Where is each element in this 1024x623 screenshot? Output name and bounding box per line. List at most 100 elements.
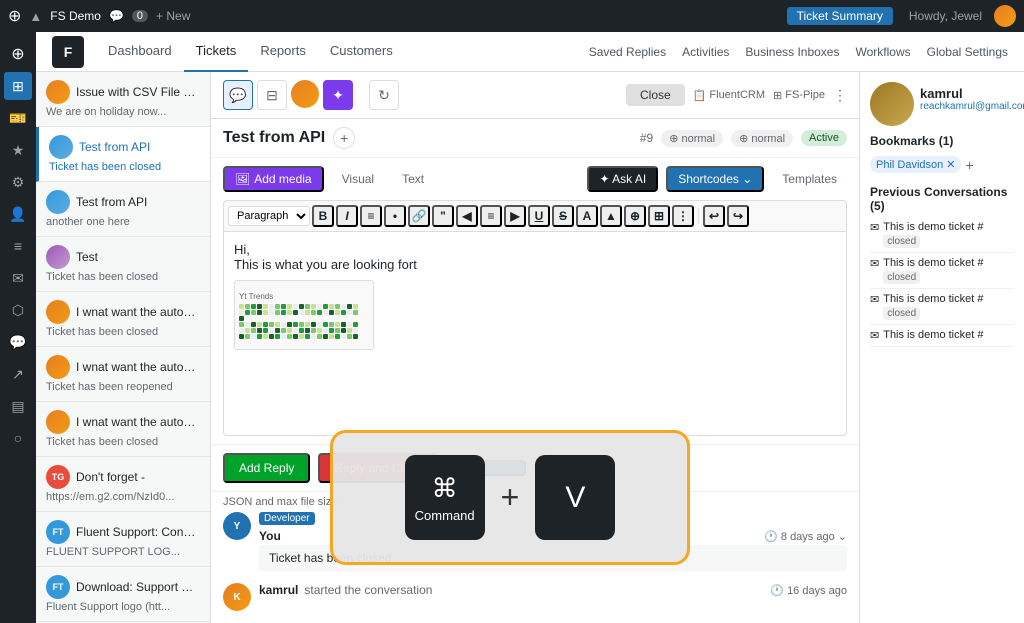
align-center-button[interactable]: ≡ <box>480 205 502 227</box>
strike-button[interactable]: S <box>552 205 574 227</box>
italic-button[interactable]: I <box>336 205 358 227</box>
v-key: V <box>535 455 615 540</box>
expand-icon[interactable]: ⌄ <box>838 531 847 543</box>
howdy-label: Howdy, Jewel <box>909 9 982 23</box>
undo-button[interactable]: ↩ <box>703 205 725 227</box>
editor-content[interactable]: Hi, This is what you are looking fort Yt… <box>223 232 847 436</box>
sidebar-icon-filter[interactable]: ≡ <box>4 232 32 260</box>
shortcodes-button[interactable]: Shortcodes ⌄ <box>666 166 764 192</box>
bold-button[interactable]: B <box>312 205 334 227</box>
sidebar-icon-mail[interactable]: ✉ <box>4 264 32 292</box>
ticket-list: Issue with CSV File Imp... We are on hol… <box>36 72 211 623</box>
sidebar-icon-arrow[interactable]: ↗ <box>4 360 32 388</box>
sidebar-icon-wp[interactable]: ⊕ <box>4 40 32 68</box>
you-sender: You <box>259 529 281 543</box>
nav-customers[interactable]: Customers <box>318 32 405 72</box>
align-left-button[interactable]: ◀ <box>456 205 478 227</box>
ticket-item[interactable]: I wnat want the autom... Ticket has been… <box>36 347 210 402</box>
user-email-label: reachkamrul@gmail.com <box>920 101 1024 112</box>
command-key: ⌘ Command <box>405 455 485 540</box>
highlight-button[interactable]: ▲ <box>600 205 622 227</box>
user-gravatar <box>994 5 1016 27</box>
business-inboxes-link[interactable]: Business Inboxes <box>745 45 839 59</box>
close-ticket-button[interactable]: Close <box>626 84 685 106</box>
top-bar: ⊕ ▲ FS Demo 💬 0 + New Ticket Summary How… <box>0 0 1024 32</box>
align-right-button[interactable]: ▶ <box>504 205 526 227</box>
spark-icon[interactable]: ✦ <box>323 80 353 110</box>
ticket-item-active[interactable]: Test from API Ticket has been closed <box>36 127 210 182</box>
chat-view-icon[interactable]: 💬 <box>223 80 253 110</box>
blockquote-button[interactable]: " <box>432 205 454 227</box>
sidebar-icon-hex[interactable]: ⬡ <box>4 296 32 324</box>
fluent-crm-tag: 📋 FluentCRM <box>693 89 765 102</box>
refresh-icon[interactable]: ↻ <box>369 80 399 110</box>
workflows-link[interactable]: Workflows <box>855 45 910 59</box>
layout-icon[interactable]: ⊟ <box>257 80 287 110</box>
add-tag-button[interactable]: + <box>333 127 355 149</box>
mail-icon-prev: ✉ <box>870 221 879 234</box>
ticket-item[interactable]: I wnat want the autom... Ticket has been… <box>36 292 210 347</box>
sidebar-icon-user[interactable]: 👤 <box>4 200 32 228</box>
global-settings-link[interactable]: Global Settings <box>927 45 1008 59</box>
command-label: Command <box>415 508 475 523</box>
bookmark-name: Phil Davidson <box>876 159 943 171</box>
ticket-item[interactable]: I wnat want the autom... Ticket has been… <box>36 402 210 457</box>
unordered-list-button[interactable]: • <box>384 205 406 227</box>
add-reply-button[interactable]: Add Reply <box>223 453 310 483</box>
plus-sign: + <box>501 479 520 516</box>
more-tb-button[interactable]: ⋮ <box>672 205 694 227</box>
sidebar-icon-chat[interactable]: 💬 <box>4 328 32 356</box>
sidebar-icon-grid[interactable]: ⊞ <box>4 72 32 100</box>
notif-badge[interactable]: 0 <box>132 10 148 22</box>
ticket-item[interactable]: FTDownload: Support Tea... Fluent Suppor… <box>36 567 210 622</box>
developer-badge: Developer <box>259 512 315 525</box>
underline-button[interactable]: U <box>528 205 550 227</box>
table-button[interactable]: ⊞ <box>648 205 670 227</box>
insert-button[interactable]: ⊕ <box>624 205 646 227</box>
prev-conv-item-2[interactable]: ✉ This is demo ticket # closed <box>870 253 1014 289</box>
sidebar-icon-settings[interactable]: ⚙ <box>4 168 32 196</box>
prev-conv-item-4[interactable]: ✉ This is demo ticket # <box>870 325 1014 347</box>
image-icon: 🖼 <box>235 172 250 186</box>
ordered-list-button[interactable]: ≡ <box>360 205 382 227</box>
sidebar-icon-star[interactable]: ★ <box>4 136 32 164</box>
ask-ai-button[interactable]: ✦ Ask AI <box>587 166 658 192</box>
link-button[interactable]: 🔗 <box>408 205 430 227</box>
saved-replies-link[interactable]: Saved Replies <box>589 45 666 59</box>
add-bookmark-icon[interactable]: + <box>965 157 973 173</box>
bookmark-remove-icon[interactable]: ✕ <box>946 158 955 171</box>
text-tab[interactable]: Text <box>392 168 434 190</box>
ticket-summary-button[interactable]: Ticket Summary <box>787 7 893 25</box>
ticket-item[interactable]: TGDon't forget - https://em.g2.com/NzId0… <box>36 457 210 512</box>
add-media-button[interactable]: 🖼 Add media <box>223 166 324 192</box>
prev-conv-text-2: This is demo ticket # <box>883 257 983 269</box>
compose-tabs: 🖼 Add media Visual Text ✦ Ask AI Shortco… <box>223 166 847 192</box>
redo-button[interactable]: ↪ <box>727 205 749 227</box>
prev-conv-text-4: This is demo ticket # <box>883 329 983 341</box>
you-message-time: 🕐 8 days ago ⌄ <box>764 530 847 543</box>
sidebar-icon-bar[interactable]: ▤ <box>4 392 32 420</box>
mail-icon-prev-2: ✉ <box>870 257 879 270</box>
type-tag: ⊕ normal <box>731 130 793 147</box>
sidebar-icon-circle[interactable]: ○ <box>4 424 32 452</box>
ticket-item[interactable]: Test Ticket has been closed <box>36 237 210 292</box>
ticket-item[interactable]: Test from API another one here <box>36 182 210 237</box>
new-button[interactable]: + New <box>156 9 190 23</box>
prev-conv-item-3[interactable]: ✉ This is demo ticket # closed <box>870 289 1014 325</box>
paragraph-select[interactable]: Paragraph <box>228 206 310 226</box>
font-color-button[interactable]: A <box>576 205 598 227</box>
templates-button[interactable]: Templates <box>772 168 847 190</box>
nav-tickets[interactable]: Tickets <box>184 32 249 72</box>
ticket-item[interactable]: FTFluent Support: Confirm... FLUENT SUPP… <box>36 512 210 567</box>
activities-link[interactable]: Activities <box>682 45 729 59</box>
ticket-item[interactable]: Issue with CSV File Imp... We are on hol… <box>36 72 210 127</box>
admin-nav: F Dashboard Tickets Reports Customers Sa… <box>36 32 1024 72</box>
prev-conv-item-1[interactable]: ✉ This is demo ticket # closed <box>870 217 1014 253</box>
nav-dashboard[interactable]: Dashboard <box>96 32 184 72</box>
visual-tab[interactable]: Visual <box>332 168 384 190</box>
wp-logo-icon: ⊕ <box>8 6 21 26</box>
sidebar-icon-ticket[interactable]: 🎫 <box>4 104 32 132</box>
closed-badge-3: closed <box>883 307 920 320</box>
more-options-icon[interactable]: ⋮ <box>833 87 847 104</box>
nav-reports[interactable]: Reports <box>248 32 318 72</box>
